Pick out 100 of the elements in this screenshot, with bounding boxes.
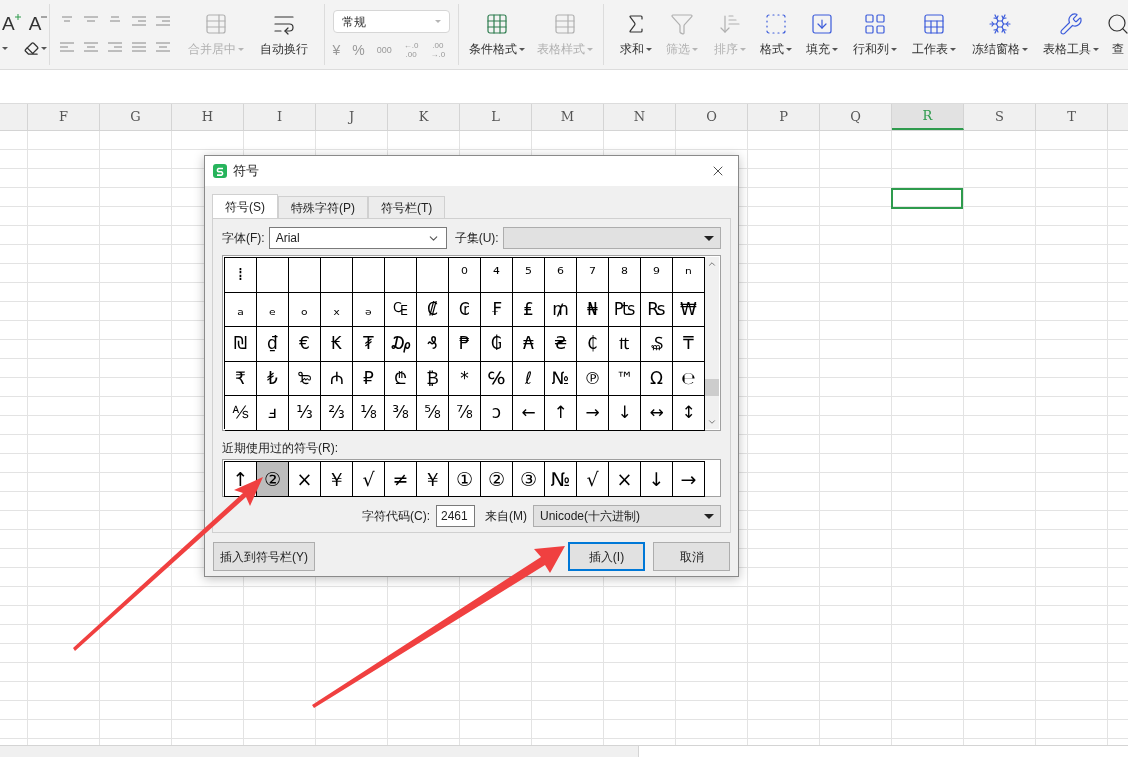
symbol-cell[interactable]: ₴ (545, 327, 577, 362)
recent-symbol-cell[interactable]: № (545, 462, 577, 497)
column-header[interactable]: T (1036, 104, 1108, 130)
symbol-cell[interactable]: ₶ (609, 327, 641, 362)
subset-dropdown[interactable] (502, 227, 721, 249)
column-header[interactable]: G (100, 104, 172, 130)
symbol-cell[interactable]: ℅ (481, 361, 513, 396)
tool-button[interactable]: 冻结窗格 (966, 0, 1034, 69)
empty-symbol-cell[interactable] (353, 258, 385, 293)
column-header[interactable]: F (28, 104, 100, 130)
symbol-cell[interactable]: ₧ (609, 292, 641, 327)
symbol-cell[interactable]: ₺ (257, 361, 289, 396)
font-dropdown[interactable]: Arial (268, 227, 447, 249)
symbol-cell[interactable]: ℗ (577, 361, 609, 396)
symbol-cell[interactable]: ↓ (609, 396, 641, 431)
symbol-cell[interactable]: ↑ (545, 396, 577, 431)
recent-symbol-cell[interactable]: ② (257, 462, 289, 497)
dialog-tab[interactable]: 符号(S) (212, 194, 278, 218)
symbol-cell[interactable]: ₿ (417, 361, 449, 396)
column-header[interactable]: L (460, 104, 532, 130)
symbol-cell[interactable]: ⁰ (449, 258, 481, 293)
align-icon[interactable] (153, 40, 172, 55)
tool-button[interactable]: 行和列 (848, 0, 902, 69)
symbol-cell[interactable]: ⁸ (609, 258, 641, 293)
recent-symbol-cell[interactable]: × (289, 462, 321, 497)
dialog-tab[interactable]: 特殊字符(P) (278, 196, 368, 218)
tool-button[interactable]: 填充 (800, 0, 844, 69)
symbol-cell[interactable]: ₦ (577, 292, 609, 327)
vertical-scrollbar[interactable] (705, 257, 719, 429)
symbol-cell[interactable]: Ω (641, 361, 673, 396)
symbol-cell[interactable]: ⁞ (225, 258, 257, 293)
symbol-cell[interactable]: ⅎ (257, 396, 289, 431)
selected-cell[interactable] (891, 188, 963, 209)
column-header[interactable]: I (244, 104, 316, 130)
tool-button[interactable]: 工作表 (906, 0, 962, 69)
recent-symbol-cell[interactable]: ↓ (641, 462, 673, 497)
tool-button[interactable]: 查 (1108, 0, 1128, 69)
symbol-cell[interactable]: ₰ (417, 327, 449, 362)
column-header[interactable]: P (748, 104, 820, 130)
scroll-thumb[interactable] (705, 378, 719, 396)
symbol-cell[interactable]: → (577, 396, 609, 431)
char-code-field[interactable]: 2461 (436, 505, 475, 527)
symbol-cell[interactable]: ⅞ (449, 396, 481, 431)
wrap-text-button[interactable]: 自动换行 (251, 4, 316, 65)
tool-button[interactable]: 求和 (616, 0, 656, 69)
from-dropdown[interactable]: Unicode(十六进制) (533, 505, 721, 527)
recent-symbol-cell[interactable]: ② (481, 462, 513, 497)
recent-symbol-cell[interactable]: ￥ (417, 462, 449, 497)
column-header[interactable]: J (316, 104, 388, 130)
recent-symbol-cell[interactable]: √ (353, 462, 385, 497)
symbol-cell[interactable]: ₑ (257, 292, 289, 327)
tool-button[interactable]: 格式 (756, 0, 796, 69)
recent-symbol-cell[interactable]: ③ (513, 462, 545, 497)
symbol-cell[interactable]: ₳ (513, 327, 545, 362)
symbol-cell[interactable]: ₲ (481, 327, 513, 362)
dialog-tab[interactable]: 符号栏(T) (368, 196, 446, 218)
symbol-cell[interactable]: ← (513, 396, 545, 431)
symbol-cell[interactable]: ₡ (417, 292, 449, 327)
symbol-cell[interactable]: ↔ (641, 396, 673, 431)
symbol-cell[interactable]: ™ (609, 361, 641, 396)
align-icon[interactable] (105, 40, 124, 55)
recent-symbol-cell[interactable]: ≠ (385, 462, 417, 497)
symbol-cell[interactable]: ⁴ (481, 258, 513, 293)
symbol-cell[interactable]: ⁹ (641, 258, 673, 293)
align-icon[interactable] (81, 40, 100, 55)
symbol-cell[interactable]: € (289, 327, 321, 362)
symbol-cell[interactable]: * (449, 361, 481, 396)
symbol-cell[interactable]: ⅍ (225, 396, 257, 431)
symbol-cell[interactable]: ₓ (321, 292, 353, 327)
symbol-cell[interactable]: ₾ (385, 361, 417, 396)
symbol-cell[interactable]: № (545, 361, 577, 396)
symbol-cell[interactable]: ₤ (513, 292, 545, 327)
column-header[interactable]: M (532, 104, 604, 130)
symbol-cell[interactable]: ₯ (385, 327, 417, 362)
column-header[interactable]: N (604, 104, 676, 130)
symbol-cell[interactable]: ₵ (577, 327, 609, 362)
horizontal-scrollbar[interactable] (0, 745, 1128, 757)
symbol-cell[interactable]: ⁷ (577, 258, 609, 293)
symbol-cell[interactable]: ↄ (481, 396, 513, 431)
align-icon[interactable] (129, 14, 148, 29)
recent-symbol-cell[interactable]: × (609, 462, 641, 497)
column-header[interactable]: H (172, 104, 244, 130)
align-icon[interactable] (129, 40, 148, 55)
recent-symbol-cell[interactable]: ￥ (321, 462, 353, 497)
symbol-cell[interactable]: ₮ (353, 327, 385, 362)
number-format-dropdown[interactable]: 常规 (332, 10, 450, 33)
conditional-format-button[interactable]: 条件格式 (463, 4, 531, 65)
align-icon[interactable] (153, 14, 172, 29)
decrease-font-button[interactable]: A (28, 13, 48, 33)
empty-symbol-cell[interactable] (289, 258, 321, 293)
symbol-cell[interactable]: ₼ (321, 361, 353, 396)
dialog-button[interactable]: 插入到符号栏(Y) (213, 542, 315, 571)
recent-symbol-cell[interactable]: √ (577, 462, 609, 497)
symbol-cell[interactable]: ₱ (449, 327, 481, 362)
symbol-cell[interactable]: ₨ (641, 292, 673, 327)
symbol-cell[interactable]: ⅔ (321, 396, 353, 431)
symbol-cell[interactable]: ⅝ (417, 396, 449, 431)
column-header[interactable]: K (388, 104, 460, 130)
symbol-cell[interactable]: ₐ (225, 292, 257, 327)
symbol-cell[interactable]: ₒ (289, 292, 321, 327)
